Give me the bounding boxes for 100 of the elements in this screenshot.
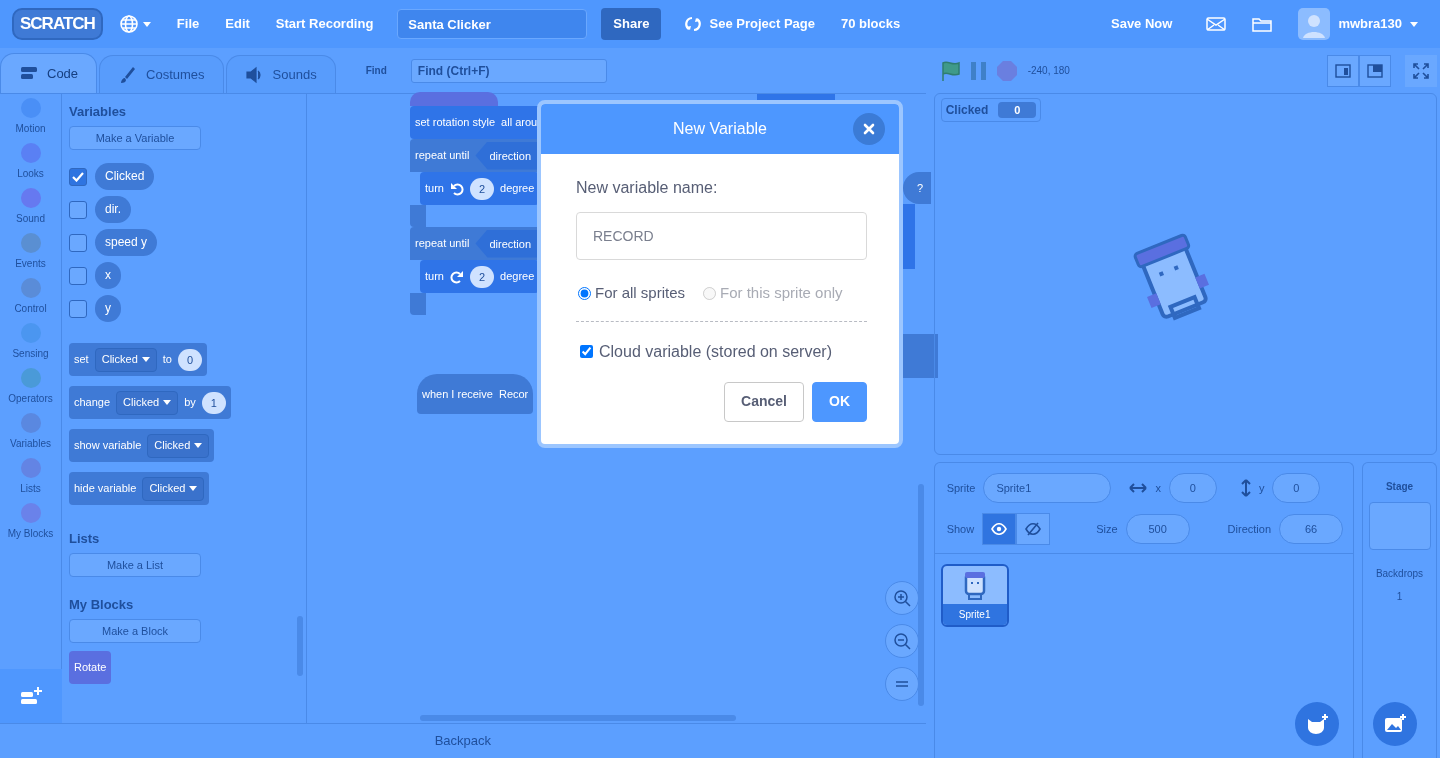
editor-tab[interactable]: Code bbox=[0, 53, 98, 93]
checkbox-option[interactable]: Cloud variable (stored on server) bbox=[576, 339, 867, 364]
block-dropdown[interactable]: Clicked bbox=[147, 433, 210, 458]
scrollbar[interactable] bbox=[917, 484, 924, 706]
find-field[interactable]: Find (Ctrl+F) bbox=[410, 58, 607, 83]
category-button[interactable]: Control bbox=[0, 278, 61, 323]
code-block[interactable]: hide variable Clicked bbox=[69, 472, 210, 505]
y-label: y bbox=[1258, 480, 1265, 496]
block-dropdown[interactable]: Clicked bbox=[142, 476, 205, 501]
caret-icon bbox=[163, 400, 172, 405]
block-dropdown[interactable]: Clicked bbox=[116, 390, 179, 415]
small-stage-button[interactable] bbox=[1327, 54, 1359, 87]
make-block-button[interactable]: Make a Block bbox=[69, 619, 201, 643]
number-input[interactable]: 1 bbox=[201, 391, 226, 414]
category-button[interactable]: Events bbox=[0, 233, 61, 278]
category-heading: Lists bbox=[69, 530, 101, 545]
custom-block[interactable]: Rotate bbox=[69, 651, 112, 684]
code-block[interactable]: change Clicked by 1 bbox=[69, 386, 231, 419]
x-field[interactable]: 0 bbox=[1168, 473, 1217, 503]
y-field[interactable]: 0 bbox=[1272, 473, 1321, 503]
direction-field[interactable]: 66 bbox=[1279, 514, 1343, 544]
category-button[interactable]: Sensing bbox=[0, 323, 61, 368]
find-label: Find bbox=[365, 64, 387, 78]
category-button[interactable]: Variables bbox=[0, 413, 61, 458]
cancel-button[interactable]: Cancel bbox=[724, 381, 804, 422]
hat-block[interactable] bbox=[410, 92, 498, 106]
large-stage-button[interactable] bbox=[1359, 54, 1391, 87]
category-heading: My Blocks bbox=[69, 596, 135, 611]
see-project-page-button[interactable]: See Project Page bbox=[675, 14, 825, 34]
category-button[interactable]: Motion bbox=[0, 98, 61, 143]
add-extension-button[interactable] bbox=[0, 669, 62, 723]
variable-reporter[interactable]: speed y bbox=[95, 229, 158, 256]
variable-checkbox[interactable] bbox=[69, 233, 87, 252]
ok-button[interactable]: OK bbox=[812, 381, 867, 422]
category-button[interactable]: Lists bbox=[0, 458, 61, 503]
extension-blocks-icon bbox=[19, 686, 43, 706]
number-input[interactable]: 2 bbox=[469, 265, 495, 288]
number-input[interactable]: 0 bbox=[177, 348, 203, 371]
editor-tab[interactable]: Sounds bbox=[225, 55, 336, 93]
account-menu[interactable]: mwbra130 bbox=[1288, 8, 1428, 40]
category-button[interactable]: Looks bbox=[0, 143, 61, 188]
zoom-in-button[interactable] bbox=[885, 581, 919, 615]
block-text: degree bbox=[500, 181, 535, 197]
sprite-tile[interactable]: Sprite1 bbox=[940, 564, 1009, 627]
checkbox[interactable] bbox=[580, 345, 593, 358]
variable-checkbox[interactable] bbox=[69, 167, 87, 186]
logo[interactable]: SCRATCH bbox=[12, 8, 103, 40]
hide-sprite-button[interactable] bbox=[1016, 513, 1051, 545]
category-button[interactable]: My Blocks bbox=[0, 503, 61, 548]
variable-reporter[interactable]: Clicked bbox=[95, 163, 155, 190]
variable-reporter[interactable]: dir. bbox=[95, 196, 131, 223]
reset-zoom-button[interactable] bbox=[885, 667, 919, 701]
radio-button[interactable] bbox=[578, 286, 591, 300]
block-text: by bbox=[184, 395, 196, 411]
menu-item[interactable]: Start Recording bbox=[265, 14, 384, 34]
show-sprite-button[interactable] bbox=[982, 513, 1017, 545]
block-text: set bbox=[74, 352, 89, 368]
variable-reporter[interactable]: y bbox=[95, 295, 121, 322]
variable-reporter[interactable]: x bbox=[95, 262, 121, 289]
code-block[interactable]: show variable Clicked bbox=[69, 429, 215, 462]
category-button[interactable]: Sound bbox=[0, 188, 61, 233]
backpack-label[interactable]: Backpack bbox=[434, 731, 491, 751]
menu-item[interactable]: File bbox=[166, 14, 210, 34]
flag-button[interactable] bbox=[939, 59, 962, 82]
variable-checkbox[interactable] bbox=[69, 299, 87, 318]
editor-tab[interactable]: Costumes bbox=[99, 55, 224, 93]
category-heading: Variables bbox=[69, 103, 128, 118]
share-button[interactable]: Share bbox=[601, 8, 662, 40]
radio-option[interactable]: For all sprites bbox=[578, 282, 686, 305]
backdrops-label: Backdrops bbox=[1375, 567, 1424, 581]
stop-button[interactable] bbox=[995, 59, 1018, 82]
menu-item[interactable]: Edit bbox=[215, 14, 260, 34]
variable-checkbox[interactable] bbox=[69, 266, 87, 285]
category-button[interactable]: Operators bbox=[0, 368, 61, 413]
add-backdrop-button[interactable] bbox=[1373, 702, 1417, 746]
add-sprite-button[interactable] bbox=[1295, 702, 1339, 746]
close-button[interactable] bbox=[853, 113, 885, 145]
avatar-placeholder bbox=[1298, 8, 1331, 40]
save-now-button[interactable]: Save Now bbox=[1101, 14, 1183, 34]
project-title-field[interactable]: Santa Clicker bbox=[397, 9, 588, 39]
size-field[interactable]: 500 bbox=[1125, 514, 1190, 544]
code-block[interactable]: set Clicked to 0 bbox=[69, 343, 208, 376]
code-block[interactable]: turn 2 degree bbox=[420, 260, 540, 293]
cat-plus-icon bbox=[1305, 713, 1329, 735]
stage-thumbnail[interactable] bbox=[1368, 502, 1431, 550]
block-text: all arou bbox=[501, 115, 538, 131]
make-list-button[interactable]: Make a List bbox=[69, 553, 201, 577]
block-dropdown[interactable]: Clicked bbox=[94, 347, 157, 372]
block-text: repeat until bbox=[415, 148, 470, 164]
variable-checkbox[interactable] bbox=[69, 200, 87, 219]
make-variable-button[interactable]: Make a Variable bbox=[69, 126, 201, 150]
code-block[interactable]: ? bbox=[903, 172, 932, 204]
remix-arrows-icon bbox=[685, 16, 702, 32]
code-block[interactable]: when I receive Recor bbox=[417, 374, 534, 414]
variable-name-field[interactable]: RECORD bbox=[576, 212, 867, 260]
zoom-out-button[interactable] bbox=[885, 624, 919, 658]
fullscreen-button[interactable] bbox=[1405, 54, 1437, 87]
code-block[interactable]: turn 2 degree bbox=[420, 172, 540, 205]
number-input[interactable]: 2 bbox=[469, 177, 495, 200]
sprite-name-field[interactable]: Sprite1 bbox=[983, 473, 1112, 503]
